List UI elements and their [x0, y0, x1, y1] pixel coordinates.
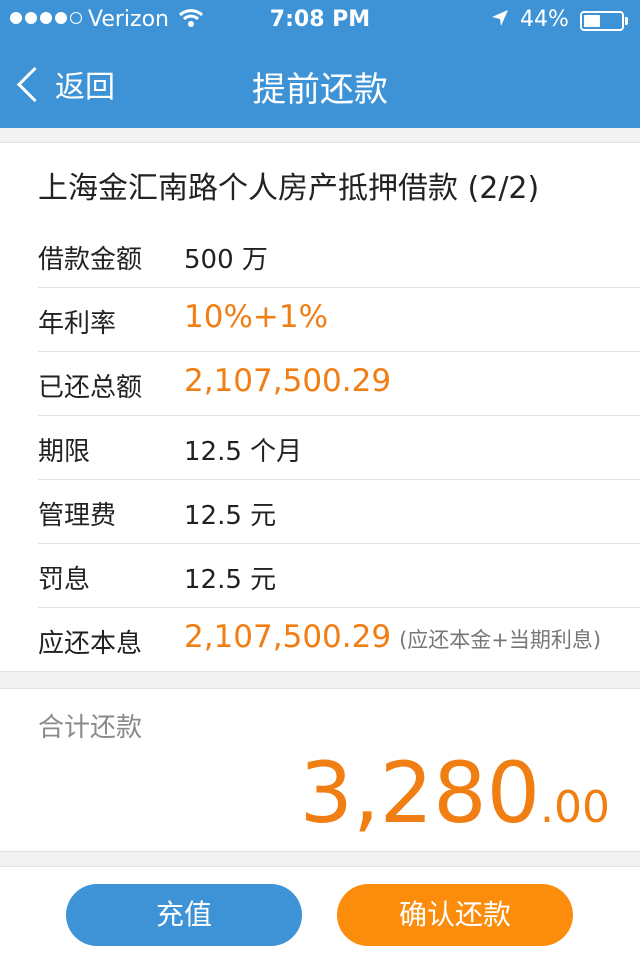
total-repayment-card: 合计还款 3,280.00 [0, 688, 640, 852]
app-header: Verizon 7:08 PM 44% 返回 提前还款 [0, 0, 640, 128]
row-label: 罚息 [38, 565, 91, 595]
row-annual-rate: 年利率 10%+1% [38, 287, 640, 352]
row-label: 已还总额 [38, 373, 143, 403]
row-management-fee: 管理费 12.5 元 [38, 479, 640, 544]
row-label: 管理费 [38, 501, 117, 531]
row-loan-amount: 借款金额 500 万 [38, 223, 640, 288]
row-principal-interest-due: 应还本息 2,107,500.29 (应还本金+当期利息) [38, 607, 640, 671]
row-value: 12.5 元 [184, 565, 277, 595]
battery-percent: 44% [520, 7, 569, 32]
loan-details-card: 上海金汇南路个人房产抵押借款 (2/2) 借款金额 500 万 年利率 10%+… [0, 142, 640, 672]
row-value: 2,107,500.29 (应还本金+当期利息) [184, 619, 601, 655]
recharge-button[interactable]: 充值 [66, 884, 302, 946]
location-arrow-icon [490, 7, 510, 35]
row-value: 500 万 [184, 245, 268, 275]
battery-cap [625, 17, 628, 25]
row-term: 期限 12.5 个月 [38, 415, 640, 480]
total-amount-integer: 3,280 [299, 744, 541, 842]
bottom-action-bar: 充值 确认还款 [0, 866, 640, 961]
battery-icon [580, 11, 624, 31]
total-label: 合计还款 [38, 713, 143, 743]
total-amount-decimal: .00 [540, 782, 610, 833]
row-label: 期限 [38, 437, 91, 467]
row-value-amount: 2,107,500.29 [184, 619, 392, 655]
row-penalty-interest: 罚息 12.5 元 [38, 543, 640, 608]
row-value: 10%+1% [184, 299, 329, 335]
row-total-repaid: 已还总额 2,107,500.29 [38, 351, 640, 416]
row-label: 借款金额 [38, 245, 143, 275]
row-label: 应还本息 [38, 629, 143, 659]
row-value: 12.5 个月 [184, 437, 303, 467]
total-amount: 3,280.00 [300, 744, 610, 842]
row-value: 2,107,500.29 [184, 363, 392, 399]
loan-title: 上海金汇南路个人房产抵押借款 (2/2) [38, 171, 540, 206]
status-bar: Verizon 7:08 PM 44% [0, 0, 640, 40]
row-label: 年利率 [38, 309, 117, 339]
row-value-note: (应还本金+当期利息) [399, 628, 602, 652]
row-value: 12.5 元 [184, 501, 277, 531]
confirm-repayment-button[interactable]: 确认还款 [337, 884, 573, 946]
page-title: 提前还款 [252, 70, 388, 110]
